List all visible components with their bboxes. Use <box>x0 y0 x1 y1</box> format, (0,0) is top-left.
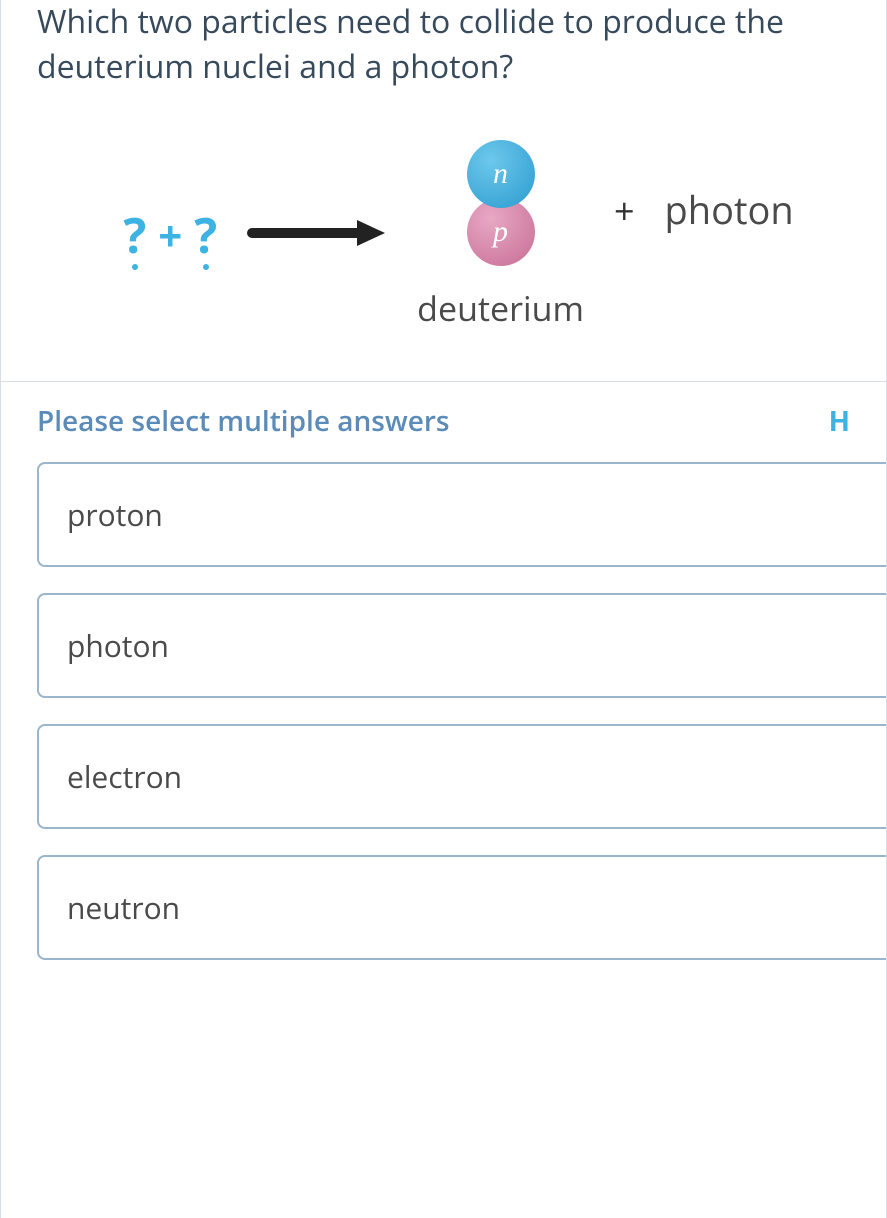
deuterium-label: deuterium <box>417 285 584 331</box>
answer-option-photon[interactable]: photon <box>37 593 886 698</box>
plus-icon: + <box>158 207 182 264</box>
answers-section: Please select multiple answers H proton … <box>1 381 886 960</box>
arrow-icon <box>247 218 387 253</box>
answer-label: electron <box>67 756 182 797</box>
answer-option-electron[interactable]: electron <box>37 724 886 829</box>
reactants: ? + ? <box>123 203 217 268</box>
reaction-diagram: ? + ? n p deuterium + ph <box>67 140 850 331</box>
help-link[interactable]: H <box>829 402 850 440</box>
deuterium-nucleus-icon: n p <box>461 140 541 270</box>
quiz-container: Which two particles need to collide to p… <box>0 0 887 1218</box>
question-section: Which two particles need to collide to p… <box>1 0 886 381</box>
answer-instructions: Please select multiple answers <box>37 402 450 440</box>
answer-option-neutron[interactable]: neutron <box>37 855 886 960</box>
photon-label: photon <box>665 184 794 236</box>
plus-icon: + <box>614 186 635 235</box>
unknown-particle-1: ? <box>123 203 146 268</box>
answer-label: proton <box>67 494 163 535</box>
deuterium-group: n p deuterium <box>417 140 584 331</box>
neutron-particle-icon: n <box>467 140 535 208</box>
answer-option-proton[interactable]: proton <box>37 462 886 567</box>
products: n p deuterium + photon <box>417 140 793 331</box>
instructions-row: Please select multiple answers H <box>37 402 850 440</box>
answer-label: neutron <box>67 887 180 928</box>
question-text: Which two particles need to collide to p… <box>37 0 850 90</box>
proton-particle-icon: p <box>467 198 535 266</box>
unknown-particle-2: ? <box>194 203 217 268</box>
answer-label: photon <box>67 625 169 666</box>
